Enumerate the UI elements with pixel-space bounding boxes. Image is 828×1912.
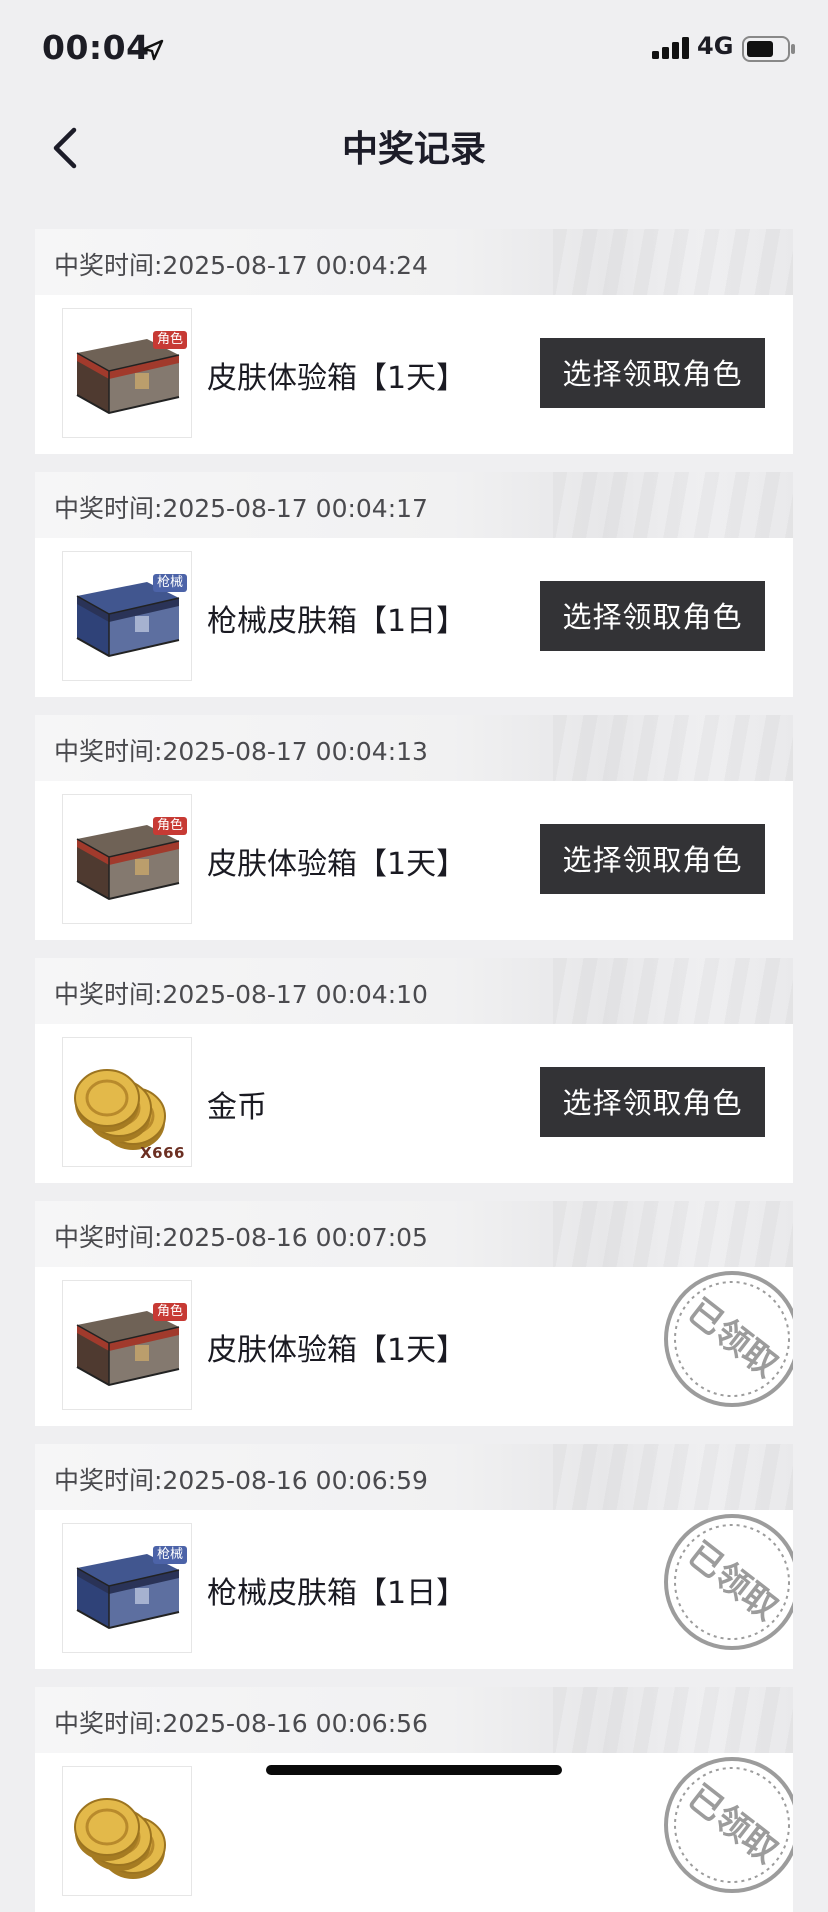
win-time: 中奖时间:2025-08-16 00:07:05 bbox=[54, 1223, 428, 1252]
item-tag: 枪械 bbox=[152, 574, 187, 592]
gold-coin-image bbox=[62, 1766, 192, 1896]
win-time: 中奖时间:2025-08-17 00:04:17 bbox=[54, 494, 428, 523]
navigation-bar: 中奖记录 bbox=[0, 100, 828, 196]
skin-chest-image: 角色 bbox=[62, 308, 192, 438]
win-time: 中奖时间:2025-08-17 00:04:24 bbox=[54, 251, 428, 280]
record-card: 中奖时间:2025-08-17 00:04:24 角色皮肤体验箱【1天】 选择领取角… bbox=[35, 229, 793, 454]
claimed-stamp: 已领取 bbox=[657, 1507, 793, 1657]
record-card: 中奖时间:2025-08-16 00:07:05 角色皮肤体验箱【1天】 已领取 bbox=[35, 1201, 793, 1426]
record-header: 中奖时间:2025-08-17 00:04:17 bbox=[35, 472, 793, 538]
select-claim-role-button[interactable]: 选择领取角色 bbox=[540, 824, 765, 894]
record-header: 中奖时间:2025-08-17 00:04:13 bbox=[35, 715, 793, 781]
network-type: 4G bbox=[697, 32, 734, 60]
battery-icon bbox=[742, 36, 795, 62]
win-time: 中奖时间:2025-08-16 00:06:59 bbox=[54, 1466, 428, 1495]
item-tag: 枪械 bbox=[152, 1546, 187, 1564]
item-name: 皮肤体验箱【1天】 bbox=[207, 847, 467, 882]
select-claim-role-button[interactable]: 选择领取角色 bbox=[540, 338, 765, 408]
item-tag: 角色 bbox=[152, 817, 187, 835]
item-name: 枪械皮肤箱【1日】 bbox=[207, 604, 467, 639]
location-arrow-icon bbox=[142, 39, 164, 61]
record-header: 中奖时间:2025-08-16 00:06:59 bbox=[35, 1444, 793, 1510]
gun-chest-image: 枪械 bbox=[62, 551, 192, 681]
select-claim-role-button[interactable]: 选择领取角色 bbox=[540, 1067, 765, 1137]
item-quantity: X666 bbox=[140, 1144, 185, 1162]
record-card: 中奖时间:2025-08-17 00:04:17 枪械枪械皮肤箱【1日】 选择领取角… bbox=[35, 472, 793, 697]
svg-text:已领取: 已领取 bbox=[680, 1534, 785, 1628]
skin-chest-image: 角色 bbox=[62, 794, 192, 924]
home-indicator bbox=[266, 1765, 562, 1775]
record-header: 中奖时间:2025-08-16 00:06:56 bbox=[35, 1687, 793, 1753]
record-header: 中奖时间:2025-08-17 00:04:10 bbox=[35, 958, 793, 1024]
record-card: 中奖时间:2025-08-17 00:04:10 X666 金币 选择领取角色 bbox=[35, 958, 793, 1183]
page-title: 中奖记录 bbox=[341, 129, 486, 170]
gun-chest-image: 枪械 bbox=[62, 1523, 192, 1653]
item-name: 皮肤体验箱【1天】 bbox=[207, 361, 467, 396]
win-time: 中奖时间:2025-08-16 00:06:56 bbox=[54, 1709, 428, 1738]
gold-coin-image: X666 bbox=[62, 1037, 192, 1167]
item-name: 枪械皮肤箱【1日】 bbox=[207, 1576, 467, 1611]
record-card: 中奖时间:2025-08-16 00:06:59 枪械枪械皮肤箱【1日】 已领取 bbox=[35, 1444, 793, 1669]
win-time: 中奖时间:2025-08-17 00:04:10 bbox=[54, 980, 428, 1009]
record-card: 中奖时间:2025-08-16 00:06:56 已领取 bbox=[35, 1687, 793, 1912]
status-time: 00:04 bbox=[42, 28, 150, 67]
item-tag: 角色 bbox=[152, 331, 187, 349]
skin-chest-image: 角色 bbox=[62, 1280, 192, 1410]
record-header: 中奖时间:2025-08-16 00:07:05 bbox=[35, 1201, 793, 1267]
signal-icon bbox=[652, 37, 689, 59]
item-tag: 角色 bbox=[152, 1303, 187, 1321]
win-time: 中奖时间:2025-08-17 00:04:13 bbox=[54, 737, 428, 766]
item-name: 金币 bbox=[207, 1090, 267, 1125]
claimed-stamp: 已领取 bbox=[657, 1264, 793, 1414]
item-name: 皮肤体验箱【1天】 bbox=[207, 1333, 467, 1368]
status-bar: 00:04 4G bbox=[0, 0, 828, 100]
svg-text:已领取: 已领取 bbox=[680, 1777, 785, 1871]
record-header: 中奖时间:2025-08-17 00:04:24 bbox=[35, 229, 793, 295]
svg-text:已领取: 已领取 bbox=[680, 1291, 785, 1385]
claimed-stamp: 已领取 bbox=[657, 1750, 793, 1900]
record-card: 中奖时间:2025-08-17 00:04:13 角色皮肤体验箱【1天】 选择领取角… bbox=[35, 715, 793, 940]
select-claim-role-button[interactable]: 选择领取角色 bbox=[540, 581, 765, 651]
